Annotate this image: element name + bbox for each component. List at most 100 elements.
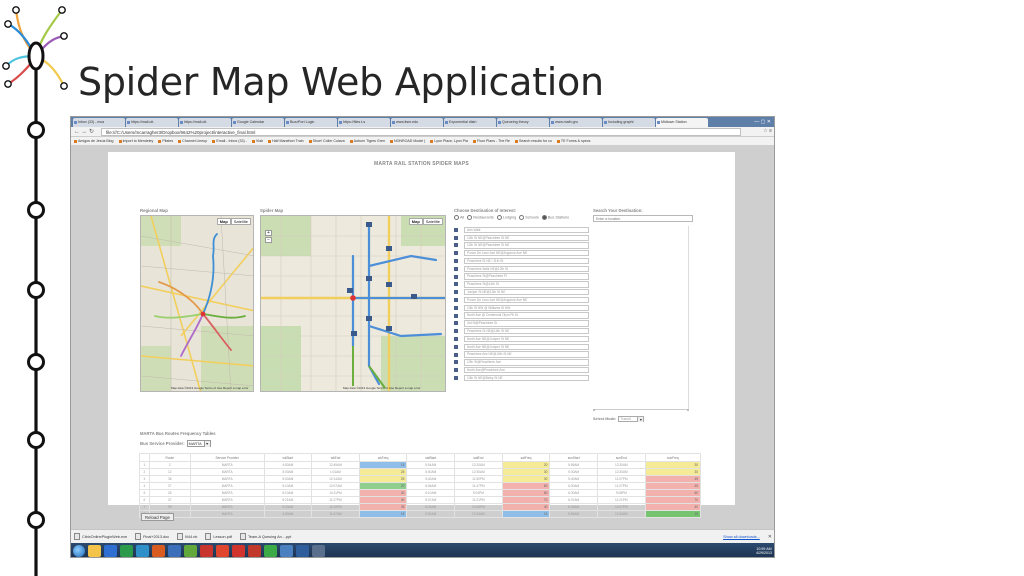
- list-item[interactable]: North Ave @ Centennial Olym Pk Dr: [454, 312, 589, 320]
- regional-map-type-control[interactable]: Map Satellite: [216, 218, 251, 225]
- back-icon[interactable]: ←: [74, 128, 80, 136]
- list-item[interactable]: 10th St@Peachtree Ave: [454, 359, 589, 367]
- taskbar-app-icon[interactable]: [104, 545, 117, 557]
- spider-map[interactable]: + − Map Satellite Map data ©2013 Google …: [260, 215, 446, 392]
- list-item[interactable]: Juniper St NE@13th St NE: [454, 288, 589, 296]
- bookmark-item[interactable]: Auburn Tigers Gren: [350, 137, 385, 145]
- bookmark-item[interactable]: Amigos de Jesús Blog: [74, 137, 114, 145]
- bookmark-item[interactable]: Import to Mendeley: [119, 137, 154, 145]
- browser-tab[interactable]: https://mail.oit.: [126, 118, 178, 127]
- reload-icon[interactable]: ↻: [89, 128, 94, 136]
- search-input[interactable]: [593, 215, 693, 222]
- browser-tab[interactable]: BuzzPort Login: [285, 118, 337, 127]
- destination-radio[interactable]: Lodging: [497, 215, 517, 220]
- window-controls[interactable]: — ▢ ✕: [754, 118, 774, 127]
- list-item[interactable]: 12th St NE@Peachtree St NE: [454, 242, 589, 250]
- download-item[interactable]: Lesson.pdf: [205, 533, 232, 540]
- list-item[interactable]: 3rd St@Peachtree St: [454, 320, 589, 328]
- taskbar-app-icon[interactable]: [120, 545, 133, 557]
- provider-select[interactable]: MARTA: [186, 440, 211, 447]
- download-item[interactable]: Ill44.nb: [177, 533, 197, 540]
- list-item[interactable]: North Ave NE@Juniper St NE: [454, 343, 589, 351]
- taskbar-app-icon[interactable]: [216, 545, 229, 557]
- bookmark-item[interactable]: Pilates: [158, 137, 173, 145]
- bookmark-star-icon[interactable]: ☆ ≡: [763, 128, 772, 134]
- taskbar-app-icon[interactable]: [152, 545, 165, 557]
- taskbar-app-icon[interactable]: [296, 545, 309, 557]
- download-item[interactable]: CitrixOnlinePluginWeb.exe: [74, 533, 127, 540]
- taskbar-app-icon[interactable]: [184, 545, 197, 557]
- directions-scrollbar[interactable]: ◂ ▸: [593, 408, 689, 412]
- directions-panel[interactable]: [593, 226, 689, 409]
- browser-tab[interactable]: www.itsm.edu: [391, 118, 443, 127]
- taskbar-app-icon[interactable]: [136, 545, 149, 557]
- bookmark-item[interactable]: TE Forms & specs: [557, 137, 591, 145]
- list-item[interactable]: 10th St NE@Bixby St NE: [454, 374, 589, 382]
- taskbar-app-icon[interactable]: [200, 545, 213, 557]
- browser-tab[interactable]: https://mail.oit.: [179, 118, 231, 127]
- destination-radio[interactable]: Bus Stations: [542, 215, 569, 220]
- mode-select[interactable]: Transit: [618, 416, 645, 422]
- destination-radio[interactable]: Restaurants: [467, 215, 493, 220]
- start-button[interactable]: start: [73, 545, 85, 557]
- bookmark-item[interactable]: Vlab: [252, 137, 263, 145]
- zoom-in-icon[interactable]: +: [265, 230, 272, 236]
- destination-radio[interactable]: Schools: [519, 215, 539, 220]
- map-type-satellite[interactable]: Satellite: [230, 218, 251, 225]
- taskbar-app-icon[interactable]: [168, 545, 181, 557]
- browser-tab[interactable]: Exponential distri: [444, 118, 496, 127]
- taskbar-app-icon[interactable]: [232, 545, 245, 557]
- browser-tab[interactable]: Queueing theory: [497, 118, 549, 127]
- browser-tab[interactable]: Including graphi: [603, 118, 655, 127]
- download-item[interactable]: Team-A Queuing An....ppt: [240, 533, 291, 540]
- bookmark-item[interactable]: Search results for cu: [515, 137, 552, 145]
- bookmark-item[interactable]: NONROAD Model (: [390, 137, 425, 145]
- list-item[interactable]: 10th St NW @ Williams St NW: [454, 304, 589, 312]
- taskbar-app-icon[interactable]: [88, 545, 101, 557]
- bookmark-item[interactable]: Shoe! Coller Culava: [309, 137, 345, 145]
- zoom-out-icon[interactable]: −: [265, 237, 272, 243]
- taskbar-clock[interactable]: 10:59 AM 4/29/2013: [756, 547, 774, 555]
- bookmark-item[interactable]: Channel Lineup: [178, 137, 207, 145]
- bookmark-item[interactable]: Email - Inbox (33) -: [212, 137, 247, 145]
- list-item[interactable]: Peachtree St NE@14th St NE: [454, 327, 589, 335]
- list-item[interactable]: Peachtree Walk NE@12th St: [454, 265, 589, 273]
- list-item[interactable]: Ponce De Leon Ave NE@Argonne Ave NE: [454, 249, 589, 257]
- address-field[interactable]: file:///C:/Users/mcarragher3/Dropbox/664…: [101, 128, 741, 136]
- list-item[interactable]: Peachtree St@Peachtree Pl: [454, 273, 589, 281]
- browser-tab[interactable]: Inbox (33) - mca: [73, 118, 125, 127]
- download-item[interactable]: Final+2013.doc: [135, 533, 169, 540]
- close-icon[interactable]: ✕: [768, 534, 774, 540]
- scroll-right-icon[interactable]: ▸: [687, 408, 689, 412]
- list-item[interactable]: Arts Walk: [454, 226, 589, 234]
- map-type-map[interactable]: Map: [408, 218, 423, 225]
- list-item[interactable]: North Ave@Peachtree Ave: [454, 366, 589, 374]
- reload-page-button[interactable]: Reload Page: [141, 513, 174, 521]
- bookmark-item[interactable]: Floor Plans - The Re: [473, 137, 510, 145]
- list-item[interactable]: Peachtree St@14th St: [454, 281, 589, 289]
- show-all-downloads-link[interactable]: Show all downloads...: [723, 535, 760, 539]
- list-item[interactable]: Peachtree St NE / 11th St: [454, 257, 589, 265]
- forward-icon[interactable]: →: [81, 128, 87, 136]
- bookmark-item[interactable]: Half Marathon Train: [268, 137, 304, 145]
- taskbar-app-icon[interactable]: [312, 545, 325, 557]
- scroll-left-icon[interactable]: ◂: [593, 408, 595, 412]
- taskbar-app-icon[interactable]: [264, 545, 277, 557]
- destination-radio[interactable]: All: [454, 215, 464, 220]
- browser-tab[interactable]: Google Calendar: [232, 118, 284, 127]
- taskbar-app-icon[interactable]: [280, 545, 293, 557]
- map-type-satellite[interactable]: Satellite: [422, 218, 443, 225]
- list-item[interactable]: Ponce De Leon Ave NE@Argonne Ave NE: [454, 296, 589, 304]
- zoom-control[interactable]: + −: [265, 230, 273, 254]
- list-item[interactable]: North Ave NE@Juniper St NE: [454, 335, 589, 343]
- map-type-map[interactable]: Map: [216, 218, 231, 225]
- regional-map[interactable]: Map Satellite Map data ©2013 Google Term…: [140, 215, 254, 392]
- spider-map-type-control[interactable]: Map Satellite: [408, 218, 443, 225]
- list-item[interactable]: 12th St NE@Peachtree St NE: [454, 234, 589, 242]
- browser-tab[interactable]: Midtown Station: [656, 118, 708, 127]
- list-item[interactable]: Peachtree Ave NE@10th St NE: [454, 351, 589, 359]
- browser-tab[interactable]: https://files.t-s: [338, 118, 390, 127]
- taskbar-app-icon[interactable]: [248, 545, 261, 557]
- browser-tab[interactable]: www.math.gru: [550, 118, 602, 127]
- bookmark-item[interactable]: Lyon Place, Lyon Pla: [430, 137, 468, 145]
